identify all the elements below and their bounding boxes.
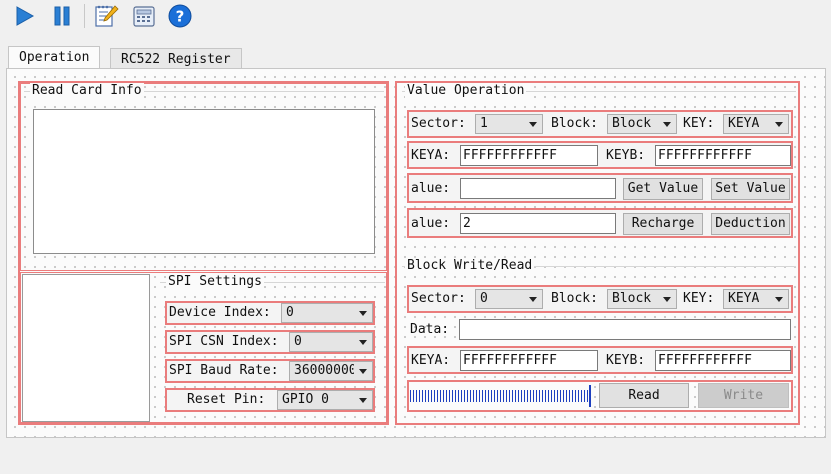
value-sector-select[interactable]: 1 [475, 114, 543, 134]
deduction-button[interactable]: Deduction [711, 213, 790, 235]
keyb-label: KEYB: [606, 353, 646, 368]
device-image-box [22, 274, 150, 422]
help-icon[interactable]: ? [166, 2, 194, 30]
toolbar-separator [84, 4, 85, 28]
chevron-down-icon [663, 297, 671, 302]
key-label: KEY: [683, 291, 715, 306]
get-value-button[interactable]: Get Value [623, 178, 703, 200]
keya-label: KEYA: [411, 148, 451, 163]
reset-pin-select[interactable]: GPIO 0 [277, 390, 373, 410]
block-label: Block: [551, 116, 598, 131]
value-label: alue: [411, 181, 451, 196]
pause-icon[interactable] [48, 2, 76, 30]
csn-index-label: SPI CSN Index: [169, 334, 279, 349]
sector-label: Sector: [411, 116, 466, 131]
value-sector-row: Sector: 1 Block: Block KEY: KEYA [407, 110, 793, 138]
block-key-select[interactable]: KEYA [723, 289, 789, 309]
tab-rc522-register[interactable]: RC522 Register [110, 48, 242, 70]
chevron-down-icon [775, 122, 783, 127]
csn-index-select[interactable]: 0 [289, 332, 373, 352]
sector-label: Sector: [411, 291, 466, 306]
value-key-select[interactable]: KEYA [723, 114, 789, 134]
amount-input[interactable]: 2 [460, 213, 616, 234]
spi-settings-title: SPI Settings [166, 274, 264, 289]
recharge-button[interactable]: Recharge [623, 213, 703, 235]
keya-label: KEYA: [411, 353, 451, 368]
value-block-select[interactable]: Block [607, 114, 677, 134]
calculator-icon[interactable] [130, 2, 158, 30]
csn-index-row: SPI CSN Index: 0 [165, 330, 375, 354]
write-button[interactable]: Write [698, 383, 789, 408]
notepad-icon[interactable] [92, 2, 120, 30]
set-value-button[interactable]: Set Value [711, 178, 790, 200]
play-icon[interactable] [10, 2, 38, 30]
keyb-label: KEYB: [606, 148, 646, 163]
progress-end-marker [589, 385, 591, 407]
value-recharge-row: alue: 2 Recharge Deduction [407, 208, 793, 238]
chevron-down-icon [359, 369, 367, 374]
block-keyb-input[interactable]: FFFFFFFFFFFF [655, 350, 791, 371]
block-keys-row: KEYA: FFFFFFFFFFFF KEYB: FFFFFFFFFFFF [407, 346, 793, 374]
value-input[interactable] [460, 178, 616, 199]
chevron-down-icon [359, 398, 367, 403]
key-label: KEY: [683, 116, 715, 131]
chevron-down-icon [663, 122, 671, 127]
value-operation-title: Value Operation [405, 83, 527, 98]
baud-rate-label: SPI Baud Rate: [169, 363, 279, 378]
chevron-down-icon [775, 297, 783, 302]
device-index-select[interactable]: 0 [281, 303, 373, 323]
value-keya-input[interactable]: FFFFFFFFFFFF [460, 145, 598, 166]
data-input[interactable] [459, 319, 791, 340]
chevron-down-icon [359, 340, 367, 345]
amount-label: alue: [411, 216, 451, 231]
baud-rate-row: SPI Baud Rate: 36000000 [165, 359, 375, 383]
chevron-down-icon [529, 122, 537, 127]
block-sector-row: Sector: 0 Block: Block KEY: KEYA [407, 285, 793, 313]
device-index-label: Device Index: [169, 305, 271, 320]
value-get-set-row: alue: Get Value Set Value [407, 173, 793, 203]
chevron-down-icon [359, 311, 367, 316]
reset-pin-row: Reset Pin: GPIO 0 [165, 388, 375, 412]
block-write-read-title: Block Write/Read [405, 258, 535, 273]
progress-fill [410, 390, 592, 402]
block-block-select[interactable]: Block [607, 289, 677, 309]
value-keys-row: KEYA: FFFFFFFFFFFF KEYB: FFFFFFFFFFFF [407, 141, 793, 169]
device-index-row: Device Index: 0 [165, 301, 375, 325]
value-keyb-input[interactable]: FFFFFFFFFFFF [655, 145, 791, 166]
svg-text:?: ? [176, 8, 185, 26]
read-card-info-title: Read Card Info [30, 83, 144, 98]
block-keya-input[interactable]: FFFFFFFFFFFF [460, 350, 598, 371]
tab-operation[interactable]: Operation [8, 46, 101, 70]
baud-rate-select[interactable]: 36000000 [289, 361, 373, 381]
data-label: Data: [410, 322, 450, 337]
read-button[interactable]: Read [599, 383, 689, 408]
progress-bar [410, 384, 592, 408]
toolbar: ? [0, 0, 831, 34]
block-label: Block: [551, 291, 598, 306]
chevron-down-icon [529, 297, 537, 302]
block-sector-select[interactable]: 0 [475, 289, 543, 309]
reset-pin-label: Reset Pin: [187, 392, 266, 407]
read-card-info-textarea[interactable] [33, 109, 375, 254]
